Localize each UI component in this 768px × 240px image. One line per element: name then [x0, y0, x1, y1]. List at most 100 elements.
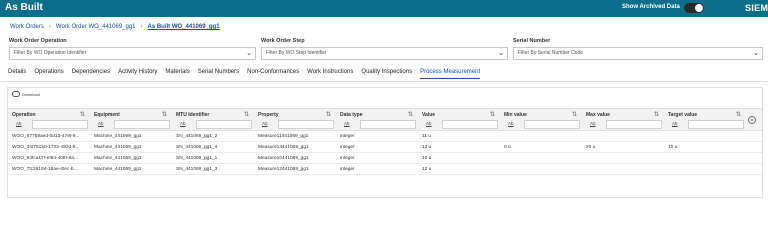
- tab-process-measurement[interactable]: Process Measurement: [420, 69, 481, 79]
- filter-serial-number: Serial Number Filter By Serial Number Co…: [513, 38, 763, 60]
- filter-placeholder: Filter By Serial Number Code: [518, 50, 584, 56]
- filter-operator-button[interactable]: Ab: [508, 121, 514, 126]
- breadcrumb-work-order[interactable]: Work Order WO_441069_gg1: [56, 24, 136, 30]
- filter-operator-button[interactable]: Ab: [16, 121, 22, 126]
- table-cell: Machine_441069_gg1: [94, 145, 142, 150]
- table-row[interactable]: WOO_7fc26194-16ae-4fec-b... Machine_44106…: [8, 164, 762, 175]
- table-cell: integer: [340, 134, 355, 139]
- filter-operator-button[interactable]: Ab: [262, 121, 268, 126]
- table-cell: 13 u: [422, 145, 432, 150]
- filter-label: Serial Number: [513, 38, 551, 44]
- serial-number-select[interactable]: Filter By Serial Number Code ⌄: [513, 47, 763, 60]
- column-header-value[interactable]: Value: [422, 112, 435, 118]
- tab-operations[interactable]: Operations: [34, 69, 63, 79]
- table-cell: integer: [340, 145, 355, 150]
- table-cell: Machine_441069_gg1: [94, 134, 142, 139]
- column-header-target-value[interactable]: Target value: [668, 112, 697, 118]
- table-cell: SN_441069_gg1_1: [176, 156, 218, 161]
- filter-label: Work Order Operation: [9, 38, 67, 44]
- sort-icon[interactable]: ⇅: [244, 111, 249, 118]
- table-cell: Measure10441069_gg1: [258, 156, 309, 161]
- breadcrumb-separator: ›: [48, 24, 51, 30]
- breadcrumb-as-built[interactable]: As Built WO_441069_gg1: [148, 24, 220, 30]
- tab-non-conformances[interactable]: Non-Conformances: [247, 69, 299, 79]
- gear-icon[interactable]: [748, 116, 756, 124]
- filter-operator-button[interactable]: Ab: [672, 121, 678, 126]
- column-filter-value[interactable]: [442, 120, 498, 129]
- filter-operator-button[interactable]: Ab: [98, 121, 104, 126]
- table-cell: SN_441069_gg1_2: [176, 134, 218, 139]
- filter-operator-button[interactable]: Ab: [590, 121, 596, 126]
- column-filter-equipment[interactable]: [114, 120, 170, 129]
- tab-serial-numbers[interactable]: Serial Numbers: [198, 69, 239, 79]
- table-cell: WOO_34f75150-1703-492d-8...: [12, 145, 80, 150]
- filter-operator-button[interactable]: Ab: [344, 121, 350, 126]
- table-row[interactable]: WOO_94fca17f-ef84-408f-8a... Machine_4410…: [8, 153, 762, 164]
- table-cell: WOO_94fca17f-ef84-408f-8a...: [12, 156, 78, 161]
- column-header-operation[interactable]: Operation: [12, 112, 36, 118]
- download-button[interactable]: Download: [12, 91, 40, 97]
- toggle-knob: [695, 4, 703, 12]
- wo-operation-select[interactable]: Filter By WO Operation Identifier ⌄: [9, 47, 256, 60]
- table-cell: Machine_441069_gg1: [94, 156, 142, 161]
- filter-placeholder: Filter By WO Step Identifier: [266, 50, 327, 56]
- sort-icon[interactable]: ⇅: [490, 111, 495, 118]
- column-header-data-type[interactable]: Data type: [340, 112, 363, 118]
- tab-quality-inspections[interactable]: Quality Inspections: [361, 69, 412, 79]
- app-header: As Built Show Archived Data SIEM: [0, 0, 768, 17]
- table-cell: 12 u: [422, 167, 432, 172]
- tab-activity-history[interactable]: Activity History: [118, 69, 157, 79]
- filter-operator-button[interactable]: Ab: [426, 121, 432, 126]
- sort-icon[interactable]: ⇅: [736, 111, 741, 118]
- show-archived-toggle[interactable]: [684, 3, 704, 13]
- tab-materials[interactable]: Materials: [165, 69, 189, 79]
- column-header-max-value[interactable]: Max value: [586, 112, 610, 118]
- column-filter-mtu-identifier[interactable]: [196, 120, 252, 129]
- sort-icon[interactable]: ⇅: [326, 111, 331, 118]
- table-cell: WOO_67758aed-0d13-478f-9...: [12, 134, 80, 139]
- column-header-equipment[interactable]: Equipment: [94, 112, 120, 118]
- filter-operator-button[interactable]: Ab: [180, 121, 186, 126]
- column-filter-data-type[interactable]: [360, 120, 416, 129]
- tab-dependencies[interactable]: Dependencies: [72, 69, 110, 79]
- filter-label: Work Order Step: [261, 38, 305, 44]
- table-cell: SN_441069_gg1_4: [176, 145, 218, 150]
- wo-step-select[interactable]: Filter By WO Step Identifier ⌄: [261, 47, 508, 60]
- app-title: As Built: [5, 2, 43, 13]
- breadcrumb-separator: ›: [140, 24, 143, 30]
- table-row[interactable]: WOO_34f75150-1703-492d-8... Machine_44106…: [8, 142, 762, 153]
- table-cell: SN_441069_gg1_3: [176, 167, 218, 172]
- table-row[interactable]: WOO_67758aed-0d13-478f-9... Machine_44106…: [8, 131, 762, 142]
- column-header-min-value[interactable]: Min value: [504, 112, 527, 118]
- sort-icon[interactable]: ⇅: [80, 111, 85, 118]
- process-measurement-panel: Download Operation ⇅ Ab Equipment ⇅ Ab MTU Ide…: [7, 87, 763, 198]
- filter-wo-step: Work Order Step Filter By WO Step Identi…: [261, 38, 508, 60]
- filter-wo-operation: Work Order Operation Filter By WO Operat…: [9, 38, 256, 60]
- column-header-mtu-identifier[interactable]: MTU Identifier: [176, 112, 209, 118]
- filter-placeholder: Filter By WO Operation Identifier: [14, 50, 87, 56]
- download-label: Download: [22, 91, 40, 97]
- sort-icon[interactable]: ⇅: [408, 111, 413, 118]
- chevron-down-icon: ⌄: [753, 50, 759, 57]
- sort-icon[interactable]: ⇅: [572, 111, 577, 118]
- column-filter-operation[interactable]: [32, 120, 88, 129]
- column-filter-min-value[interactable]: [524, 120, 580, 129]
- measurement-grid: Operation ⇅ Ab Equipment ⇅ Ab MTU Identifier ⇅ A…: [8, 108, 762, 175]
- column-header-property[interactable]: Property: [258, 112, 279, 118]
- table-cell: integer: [340, 167, 355, 172]
- table-cell: 0 u: [504, 145, 511, 150]
- sort-icon[interactable]: ⇅: [162, 111, 167, 118]
- tab-divider: [0, 81, 768, 82]
- tab-details[interactable]: Details: [8, 69, 26, 79]
- table-cell: 11 u: [422, 134, 431, 139]
- tab-bar: Details Operations Dependencies Activity…: [8, 69, 488, 79]
- tab-work-instructions[interactable]: Work Instructions: [307, 69, 353, 79]
- sort-icon[interactable]: ⇅: [654, 111, 659, 118]
- column-filter-property[interactable]: [278, 120, 334, 129]
- column-filter-target-value[interactable]: [688, 120, 744, 129]
- column-filter-max-value[interactable]: [606, 120, 662, 129]
- table-cell: 10 u: [422, 156, 432, 161]
- breadcrumb-work-orders[interactable]: Work Orders: [10, 24, 44, 30]
- table-cell: 10 u: [668, 145, 678, 150]
- table-cell: Measure12441069_gg1: [258, 167, 309, 172]
